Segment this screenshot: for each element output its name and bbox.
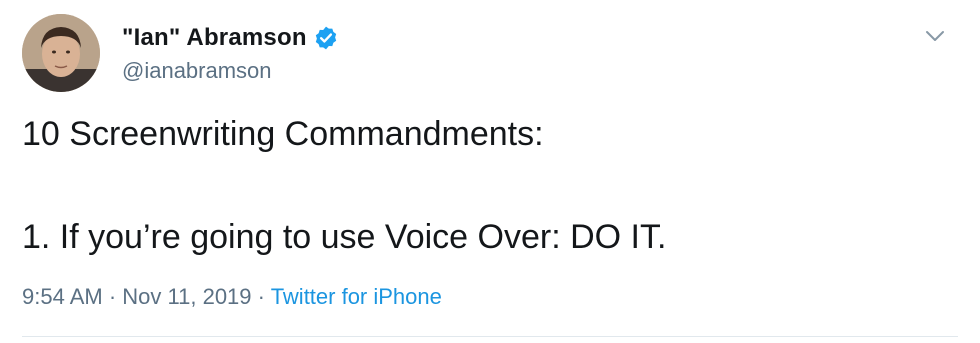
author-display-name[interactable]: "Ian" Abramson [122, 24, 307, 52]
tweet-card: "Ian" Abramson @ianabramson 10 Screenwri… [0, 0, 980, 343]
author-handle[interactable]: @ianabramson [122, 58, 272, 84]
tweet-time[interactable]: 9:54 AM [22, 284, 103, 309]
divider [22, 336, 958, 337]
tweet-meta: 9:54 AM · Nov 11, 2019 · Twitter for iPh… [22, 284, 442, 310]
tweet-source-link[interactable]: Twitter for iPhone [271, 284, 442, 309]
meta-separator: · [251, 284, 271, 309]
tweet-text-line-1: 10 Screenwriting Commandments: [22, 115, 544, 153]
meta-separator: · [102, 284, 123, 309]
author-name-row: "Ian" Abramson [122, 24, 339, 52]
tweet-date[interactable]: Nov 11, 2019 [122, 284, 251, 309]
verified-badge-icon [313, 25, 339, 51]
tweet-text-line-2: 1. If you’re going to use Voice Over: DO… [22, 218, 667, 256]
avatar[interactable] [22, 14, 100, 92]
chevron-down-icon[interactable] [922, 26, 948, 46]
